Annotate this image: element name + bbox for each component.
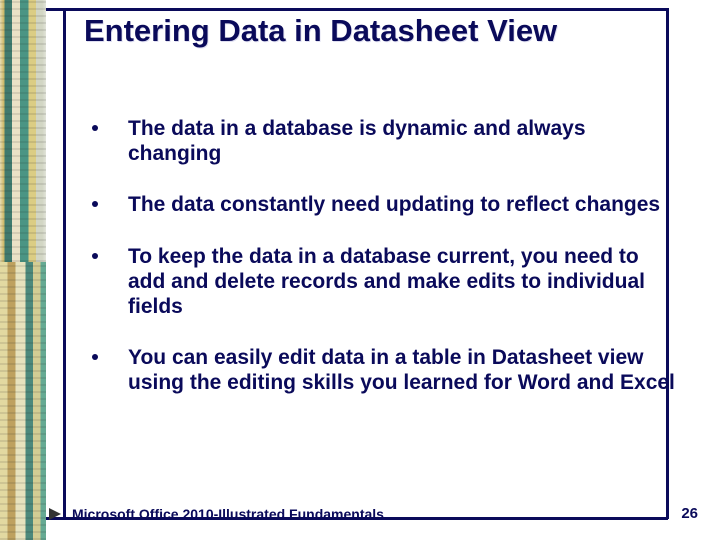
bullet-text: The data in a database is dynamic and al…: [128, 117, 586, 165]
slide-title: Entering Data in Datasheet View: [84, 14, 644, 49]
page-number: 26: [681, 505, 698, 522]
bullet-item: To keep the data in a database current, …: [92, 244, 676, 320]
bullet-dot-icon: [92, 125, 98, 131]
bullet-item: The data constantly need updating to ref…: [92, 192, 676, 217]
arrow-right-icon: [49, 508, 61, 520]
bullet-text: You can easily edit data in a table in D…: [128, 346, 675, 394]
bullet-dot-icon: [92, 201, 98, 207]
slide-body: The data in a database is dynamic and al…: [92, 116, 676, 422]
frame-left: [63, 8, 66, 519]
bullet-text: To keep the data in a database current, …: [128, 245, 645, 318]
bullet-item: You can easily edit data in a table in D…: [92, 345, 676, 395]
footer-text: Microsoft Office 2010-Illustrated Fundam…: [72, 506, 384, 522]
left-decorative-strip: [0, 0, 46, 540]
bullet-text: The data constantly need updating to ref…: [128, 193, 660, 216]
bullet-dot-icon: [92, 354, 98, 360]
slide: Entering Data in Datasheet View The data…: [0, 0, 720, 540]
frame-top: [46, 8, 668, 11]
bullet-dot-icon: [92, 253, 98, 259]
bullet-item: The data in a database is dynamic and al…: [92, 116, 676, 166]
